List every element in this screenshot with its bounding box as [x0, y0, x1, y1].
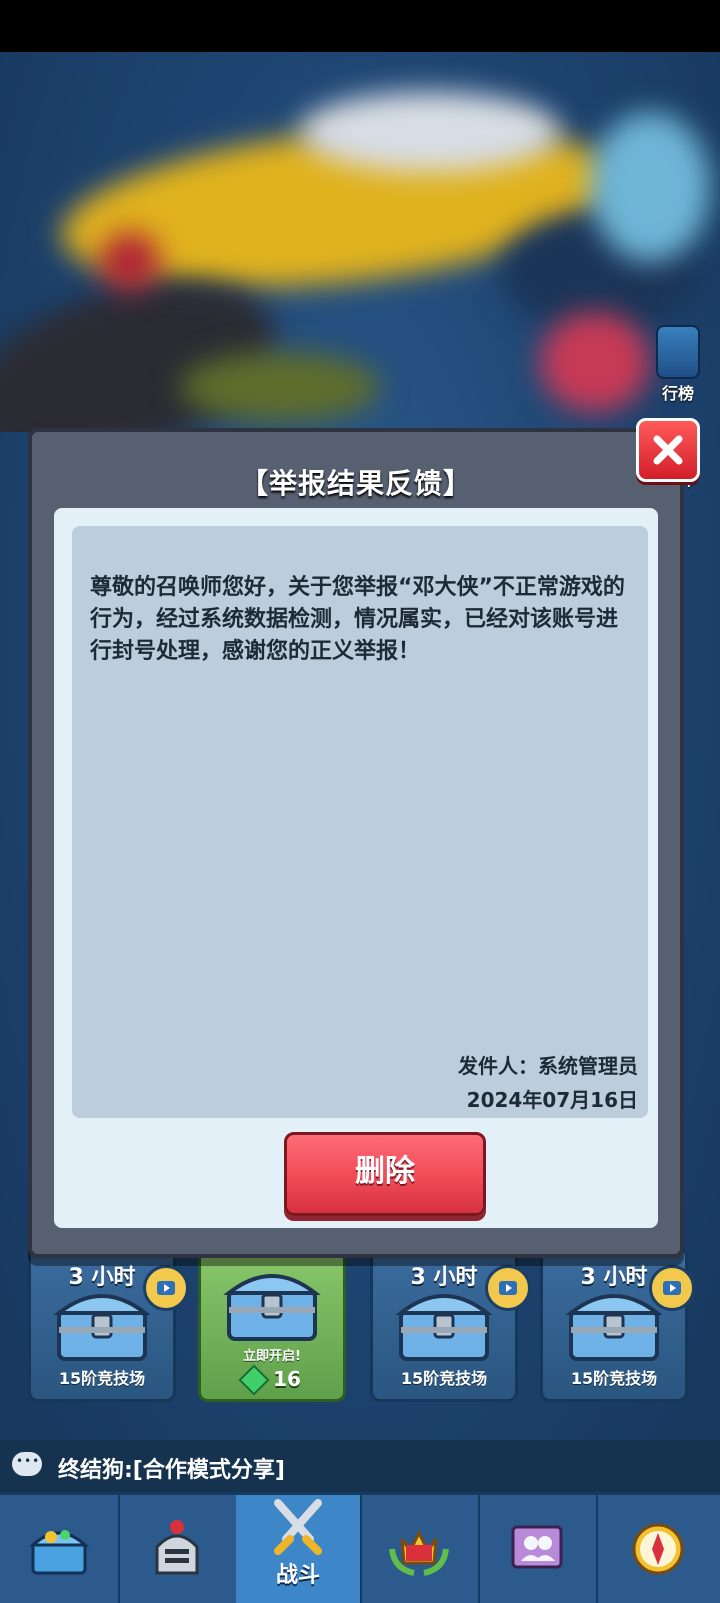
chest-icon [223, 1274, 321, 1341]
watch-video-icon[interactable] [485, 1265, 531, 1311]
report-feedback-dialog: 【举报结果反馈】 尊敬的召唤师您好，关于您举报“邓大侠”不正常游戏的行为，经过系… [28, 428, 684, 1258]
chest-arena-label: 15阶竞技场 [58, 1369, 146, 1388]
dialog-title: 【举报结果反馈】 [239, 467, 472, 500]
message-text: 尊敬的召唤师您好，关于您举报“邓大侠”不正常游戏的行为，经过系统数据检测，情况属… [90, 575, 625, 664]
leaderboard-label: 行榜 [662, 384, 695, 403]
chest-icon [565, 1294, 663, 1361]
leaderboard-icon[interactable] [656, 325, 700, 379]
close-dialog-button[interactable] [636, 418, 700, 482]
watch-video-icon[interactable] [649, 1265, 695, 1311]
chest-arena-label: 15阶竞技场 [400, 1369, 488, 1388]
blurred-banner-art [0, 52, 720, 432]
nav-clan[interactable] [360, 1495, 480, 1603]
close-icon [653, 435, 683, 465]
delete-button[interactable]: 删除 [284, 1132, 486, 1216]
chat-ticker[interactable]: 终结狗:[合作模式分享] [0, 1440, 720, 1492]
dialog-body: 尊敬的召唤师您好，关于您举报“邓大侠”不正常游戏的行为，经过系统数据检测，情况属… [54, 508, 658, 1228]
gem-count: 16 [273, 1366, 301, 1391]
crown-laurel-icon [389, 1529, 449, 1576]
message-box: 尊敬的召唤师您好，关于您举报“邓大侠”不正常游戏的行为，经过系统数据检测，情况属… [72, 526, 648, 1118]
status-bar [0, 0, 720, 52]
nav-explore[interactable] [596, 1495, 720, 1603]
chest-slot-4[interactable]: 3 小时 15阶竞技场 [540, 1246, 695, 1402]
nav-shop[interactable] [0, 1495, 120, 1603]
chest-icon [395, 1294, 493, 1361]
nav-social[interactable] [478, 1495, 598, 1603]
chest-arena-label: 15阶竞技场 [570, 1369, 658, 1388]
chest-icon [53, 1294, 151, 1361]
gem-icon [238, 1364, 270, 1396]
crossed-swords-icon [274, 1499, 322, 1555]
nav-battle[interactable]: 战斗 [236, 1495, 362, 1603]
watch-video-icon[interactable] [143, 1265, 189, 1311]
gem-cost: 16 [201, 1364, 343, 1396]
knight-helmet-icon [155, 1520, 199, 1575]
chat-message: 终结狗:[合作模式分享] [58, 1458, 285, 1483]
nav-cards[interactable] [118, 1495, 238, 1603]
friends-board-icon [511, 1525, 563, 1569]
chest-slot-3[interactable]: 3 小时 15阶竞技场 [370, 1246, 531, 1402]
chest-slot-1[interactable]: 3 小时 15阶竞技场 [28, 1246, 189, 1402]
open-now-label: 立即开启! [243, 1349, 301, 1364]
sent-date: 2024年07月16日 [466, 1088, 638, 1112]
sender-label: 发件人：系统管理员 [458, 1054, 638, 1078]
treasure-chest-icon [29, 1530, 89, 1575]
bottom-nav: 战斗 [0, 1492, 720, 1603]
chest-slot-2[interactable]: 立即开启! 16 [198, 1246, 346, 1402]
nav-battle-label: 战斗 [275, 1563, 320, 1588]
compass-icon [632, 1523, 684, 1575]
chat-bubble-icon [12, 1452, 42, 1476]
